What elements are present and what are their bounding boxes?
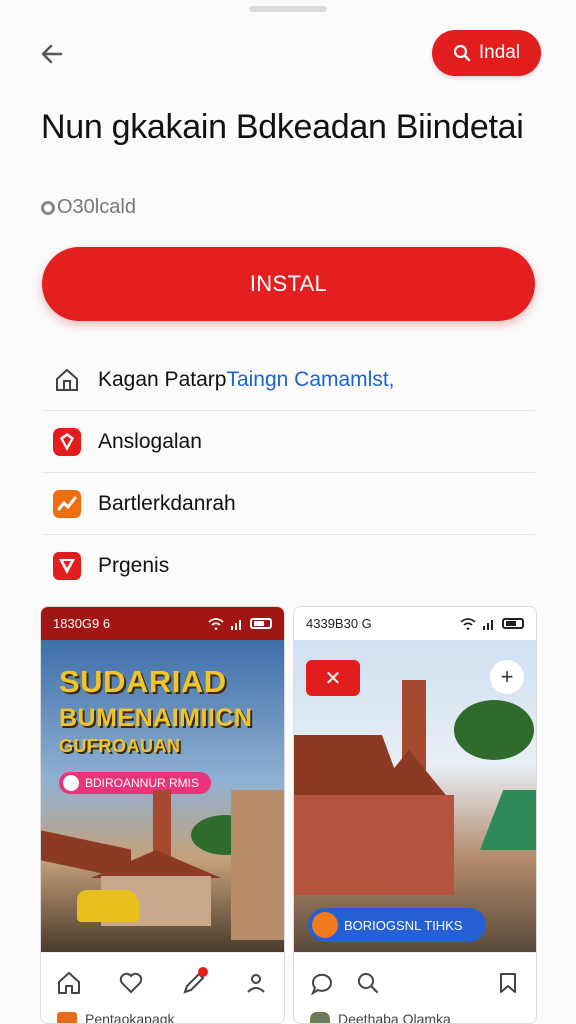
battery-icon [250,618,272,629]
drag-handle[interactable] [249,6,327,12]
search-action[interactable] [352,967,384,999]
card-footer-label: Deethaba Olamka [338,1011,451,1024]
menu-item-label: Kagan Patarp [98,367,227,391]
card-footer: Pentaokapaqk [41,1011,284,1024]
install-pill-button[interactable]: Indal [432,30,541,76]
menu-list: Kagan PatarpTaingn Camamlst, Anslogalan … [42,349,535,597]
search-icon [358,972,379,993]
comment-action[interactable] [306,967,338,999]
action-bar [41,952,284,1012]
screenshot-left[interactable]: 1830G9 6 SUDARIAD BUMENAIMIICN GUFROAUAN… [40,606,285,1024]
menu-item-gem[interactable]: Anslogalan [42,411,535,473]
battery-icon [502,618,524,629]
screenshot-image: ✕ + BORIOGSNL TIHKS [294,640,536,952]
sub-label: O30lcald [57,196,136,218]
orange-chart-icon [52,489,82,519]
promo-tag-label: BDIROANNUR RMIS [85,776,200,790]
status-time: 4339B30 G [306,616,372,631]
promo-tag-label: BORIOGSNL TIHKS [344,917,463,933]
bookmark-icon [500,972,516,993]
home-outline-icon [52,365,82,395]
screenshot-image: SUDARIAD BUMENAIMIICN GUFROAUAN BDIROANN… [41,640,284,952]
menu-item-label: Anslogalan [98,429,202,453]
home-icon [58,971,80,994]
menu-item-link[interactable]: Taingn Camamlst, [226,368,394,391]
tag-dot-icon [312,912,338,938]
wifi-icon [208,617,224,630]
user-icon [247,973,265,993]
signal-icon [231,619,241,630]
card-footer-label: Pentaokapaqk [85,1011,175,1024]
install-pill-label: Indal [478,42,521,63]
search-icon [453,44,471,62]
wall-shape [231,790,284,940]
app-title: Nun gkakain Bdkeadan Biindetai [41,108,524,146]
menu-item-home[interactable]: Kagan PatarpTaingn Camamlst, [42,349,535,411]
tag-dot-icon [63,775,79,791]
app-mini-icon [57,1012,77,1023]
edit-action[interactable] [178,966,210,999]
home-action[interactable] [53,967,85,999]
wifi-icon [460,617,476,630]
screenshot-right[interactable]: 4339B30 G ✕ + BORIOGSNL TIHKS Deethaba O… [293,606,537,1024]
action-bar [294,952,536,1012]
signal-icon [483,619,493,630]
promo-tag: BORIOGSNL TIHKS [308,908,486,942]
circle-icon [41,200,55,215]
menu-item-label: Bartlerkdanrah [98,491,236,515]
awning-shape [480,790,536,850]
back-button[interactable] [32,34,72,74]
chat-bubble-icon [310,973,332,995]
plus-icon: + [500,664,514,689]
screenshot-gallery[interactable]: 1830G9 6 SUDARIAD BUMENAIMIICN GUFROAUAN… [40,606,537,1024]
bookmark-action[interactable] [492,967,524,999]
promo-subheadline: BUMENAIMIICN [59,704,253,732]
promo-caption: GUFROAUAN [59,736,181,756]
menu-item-label: Prgenis [98,554,170,577]
status-time: 1830G9 6 [53,616,111,631]
promo-headline: SUDARIAD [59,664,227,699]
close-icon: ✕ [324,667,342,690]
wall-shape [294,795,454,895]
status-bar: 1830G9 6 [41,607,284,640]
menu-item-chart[interactable]: Bartlerkdanrah [42,473,535,535]
app-detail-page: Indal Nun gkakain Bdkeadan Biindetai O30… [0,0,576,1024]
tower-shape [153,790,171,860]
promo-tag: BDIROANNUR RMIS [59,772,211,794]
car-shape [77,890,139,922]
notification-dot [197,966,208,977]
red-shield-icon [52,551,82,581]
profile-action[interactable] [240,967,272,999]
red-gem-icon [52,427,82,457]
status-bar: 4339B30 G [294,607,536,640]
arrow-left-icon [41,44,63,64]
palm-shape [454,700,534,760]
app-subline: O30lcald [41,196,136,219]
menu-item-shield[interactable]: Prgenis [42,535,535,597]
install-button[interactable]: INSTAL [42,247,535,321]
add-button[interactable]: + [490,660,524,694]
card-footer: Deethaba Olamka [294,1011,536,1024]
close-badge[interactable]: ✕ [306,660,360,696]
avatar [310,1012,330,1023]
heart-icon [120,972,143,993]
like-action[interactable] [115,967,147,999]
